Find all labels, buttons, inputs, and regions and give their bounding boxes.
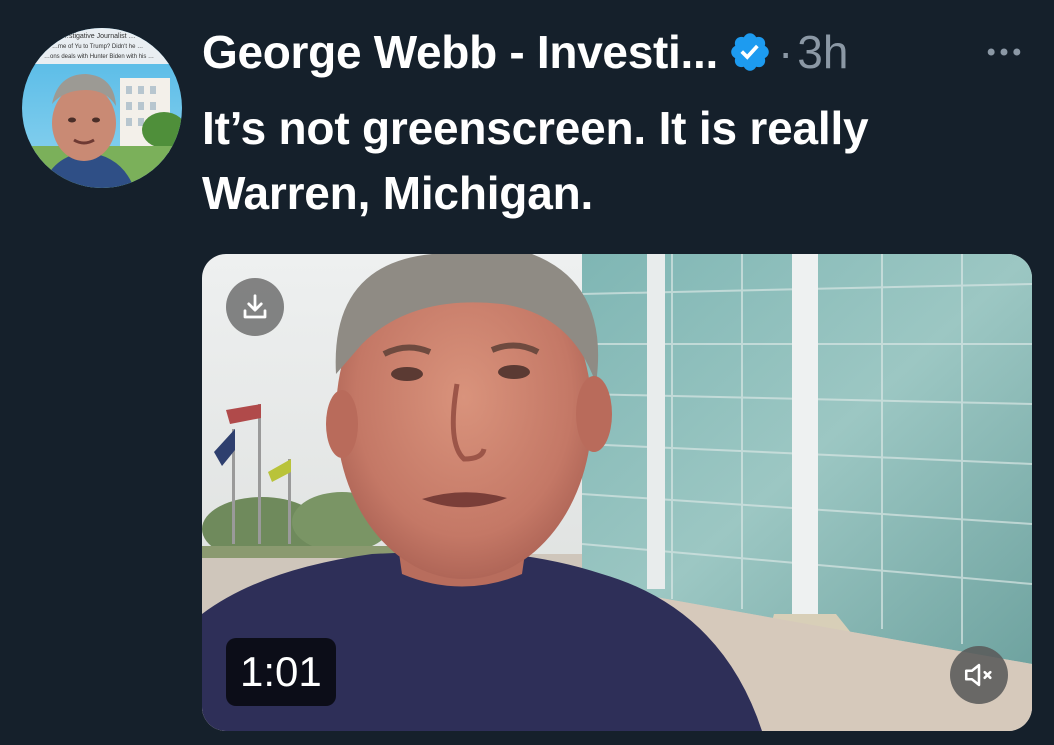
more-horizontal-icon (987, 48, 1021, 56)
author-avatar[interactable]: …stigative Journalist … …me of Yu to Tru… (22, 28, 182, 188)
download-icon (243, 294, 267, 319)
video-duration: 1:01 (226, 638, 336, 706)
avatar-caption-3: …ons deals with Hunter Biden with his … (44, 54, 154, 60)
verified-badge-icon (728, 30, 772, 74)
avatar-caption-1: …stigative Journalist … (62, 33, 136, 40)
muted-speaker-icon (964, 663, 992, 687)
avatar-image: …stigative Journalist … …me of Yu to Tru… (22, 28, 182, 188)
tweet-text-line-1: It’s not greenscreen. It is really (202, 102, 869, 154)
tweet-text: It’s not greenscreen. It is really Warre… (202, 96, 1022, 226)
unmute-button[interactable] (950, 646, 1008, 704)
download-button[interactable] (226, 278, 284, 336)
tweet-timestamp[interactable]: 3h (797, 25, 848, 79)
separator-dot: · (777, 26, 794, 78)
video-player[interactable]: 1:01 (202, 254, 1032, 731)
tweet-text-line-2: Warren, Michigan. (202, 167, 594, 219)
avatar-caption-2: …me of Yu to Trump? Didn't he … (52, 44, 143, 50)
author-name[interactable]: George Webb - Investi... (202, 25, 718, 79)
tweet[interactable]: …stigative Journalist … …me of Yu to Tru… (0, 0, 1054, 745)
tweet-header: George Webb - Investi... · 3h (202, 22, 848, 82)
more-options-button[interactable] (976, 30, 1032, 74)
